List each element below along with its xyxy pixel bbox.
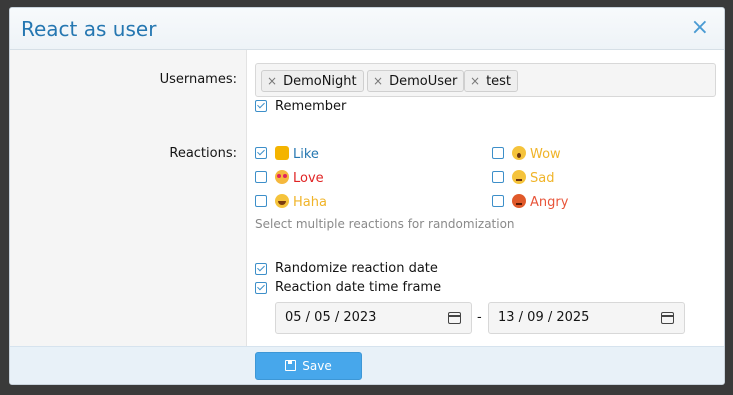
- reaction-love-checkbox[interactable]: [255, 171, 267, 183]
- usernames-token-input[interactable]: × DemoNight × DemoUser × test: [255, 63, 716, 97]
- remember-checkbox[interactable]: [255, 100, 267, 112]
- remove-token-icon[interactable]: ×: [470, 74, 480, 88]
- dialog-title: React as user: [21, 17, 157, 41]
- username-token: × DemoNight: [261, 70, 364, 92]
- surprised-icon: [512, 146, 526, 160]
- date-range-separator: -: [477, 310, 482, 325]
- calendar-icon[interactable]: [661, 312, 674, 324]
- username-token: × DemoUser: [367, 70, 465, 92]
- reactions-label: Reactions:: [169, 146, 237, 161]
- heart-eyes-icon: [275, 170, 289, 184]
- remember-label: Remember: [275, 99, 347, 114]
- save-button[interactable]: Save: [255, 352, 362, 380]
- timeframe-checkbox[interactable]: [255, 282, 267, 294]
- sad-icon: [512, 170, 526, 184]
- reaction-angry: Angry: [512, 194, 568, 210]
- usernames-label: Usernames:: [159, 72, 237, 87]
- form-label-column: Usernames: Reactions:: [10, 50, 247, 346]
- close-icon[interactable]: ×: [691, 17, 709, 39]
- remove-token-icon[interactable]: ×: [373, 74, 383, 88]
- timeframe-label: Reaction date time frame: [275, 280, 442, 295]
- reaction-angry-checkbox[interactable]: [492, 195, 504, 207]
- reaction-haha-checkbox[interactable]: [255, 195, 267, 207]
- randomize-date-label: Randomize reaction date: [275, 261, 438, 276]
- thumbs-up-icon: [275, 146, 289, 160]
- randomize-date-checkbox[interactable]: [255, 263, 267, 275]
- username-token: × test: [464, 70, 519, 92]
- laughing-icon: [275, 194, 289, 208]
- reaction-wow-checkbox[interactable]: [492, 147, 504, 159]
- reaction-haha: Haha: [275, 194, 327, 210]
- reaction-wow: Wow: [512, 146, 561, 162]
- reaction-sad: Sad: [512, 170, 554, 186]
- remove-token-icon[interactable]: ×: [267, 74, 277, 88]
- reaction-like-checkbox[interactable]: [255, 147, 267, 159]
- reaction-like: Like: [275, 146, 319, 162]
- date-from-input[interactable]: 05 / 05 / 2023: [275, 302, 472, 334]
- reactions-hint: Select multiple reactions for randomizat…: [255, 217, 515, 231]
- react-as-user-dialog: React as user × Usernames: Reactions: × D…: [9, 7, 725, 385]
- angry-icon: [512, 194, 526, 208]
- save-icon: [285, 360, 297, 371]
- dialog-footer: Save: [10, 346, 724, 384]
- reaction-love: Love: [275, 170, 324, 186]
- reaction-sad-checkbox[interactable]: [492, 171, 504, 183]
- dialog-titlebar: React as user ×: [10, 8, 724, 50]
- date-to-input[interactable]: 13 / 09 / 2025: [488, 302, 685, 334]
- calendar-icon[interactable]: [448, 312, 461, 324]
